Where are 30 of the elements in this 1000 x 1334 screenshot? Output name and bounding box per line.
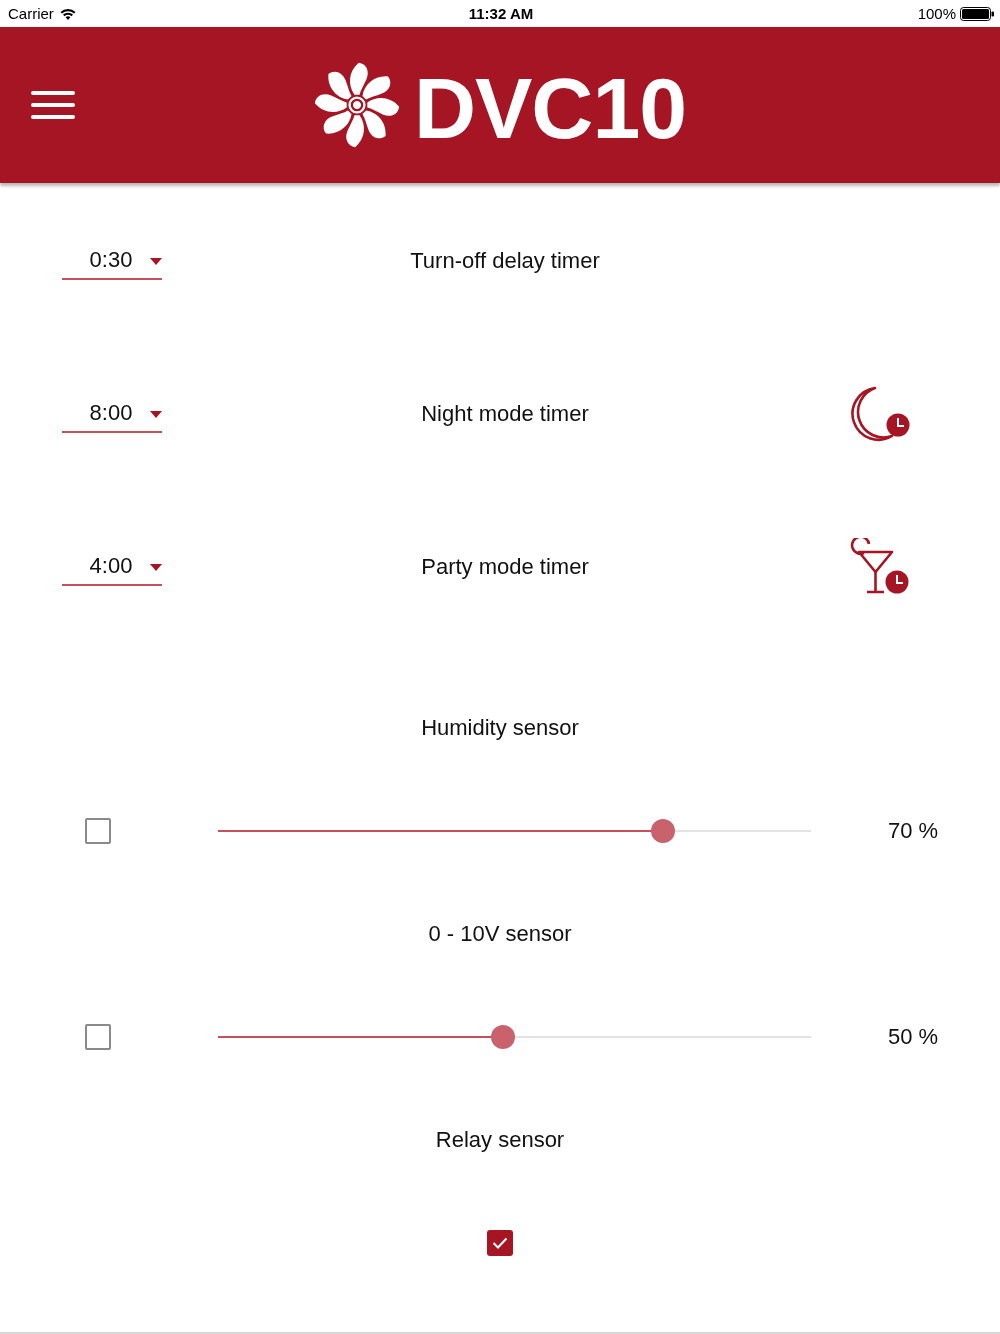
fan-logo-icon	[313, 62, 400, 148]
slider-reading: 70 %	[888, 817, 939, 844]
time-dropdown[interactable]: 8:00	[62, 394, 162, 433]
time-dropdown[interactable]: 4:00	[62, 547, 162, 586]
carrier-name: Carrier	[8, 5, 54, 22]
battery-percent: 100%	[917, 5, 956, 22]
app-title: DVC10	[413, 65, 687, 151]
status-time: 11:32 AM	[468, 5, 534, 22]
checkbox[interactable]	[85, 817, 111, 844]
caret-icon	[150, 563, 162, 571]
slider-thumb[interactable]	[650, 818, 675, 843]
caret-icon	[150, 410, 162, 418]
sensor-title: 0 - 10V sensor	[428, 920, 572, 947]
sensor-title: Humidity sensor	[421, 714, 579, 741]
slider-thumb[interactable]	[490, 1024, 515, 1049]
checkmark-icon	[492, 1236, 508, 1249]
wifi-icon	[59, 7, 76, 20]
time-dropdown[interactable]: 0:30	[62, 241, 162, 280]
caret-icon	[150, 257, 162, 265]
timer-label: Party mode timer	[421, 553, 589, 580]
timer-label: Turn-off delay timer	[410, 247, 600, 274]
battery-icon	[960, 6, 994, 21]
checkbox[interactable]	[85, 1023, 111, 1050]
sensor-title: Relay sensor	[435, 1126, 565, 1153]
cocktail-clock-icon	[848, 537, 910, 596]
moon-clock-icon	[848, 384, 910, 443]
slider-reading: 50 %	[888, 1023, 939, 1050]
checkbox[interactable]	[487, 1229, 513, 1256]
timer-label: Night mode timer	[421, 400, 589, 427]
menu-icon[interactable]	[31, 91, 75, 119]
